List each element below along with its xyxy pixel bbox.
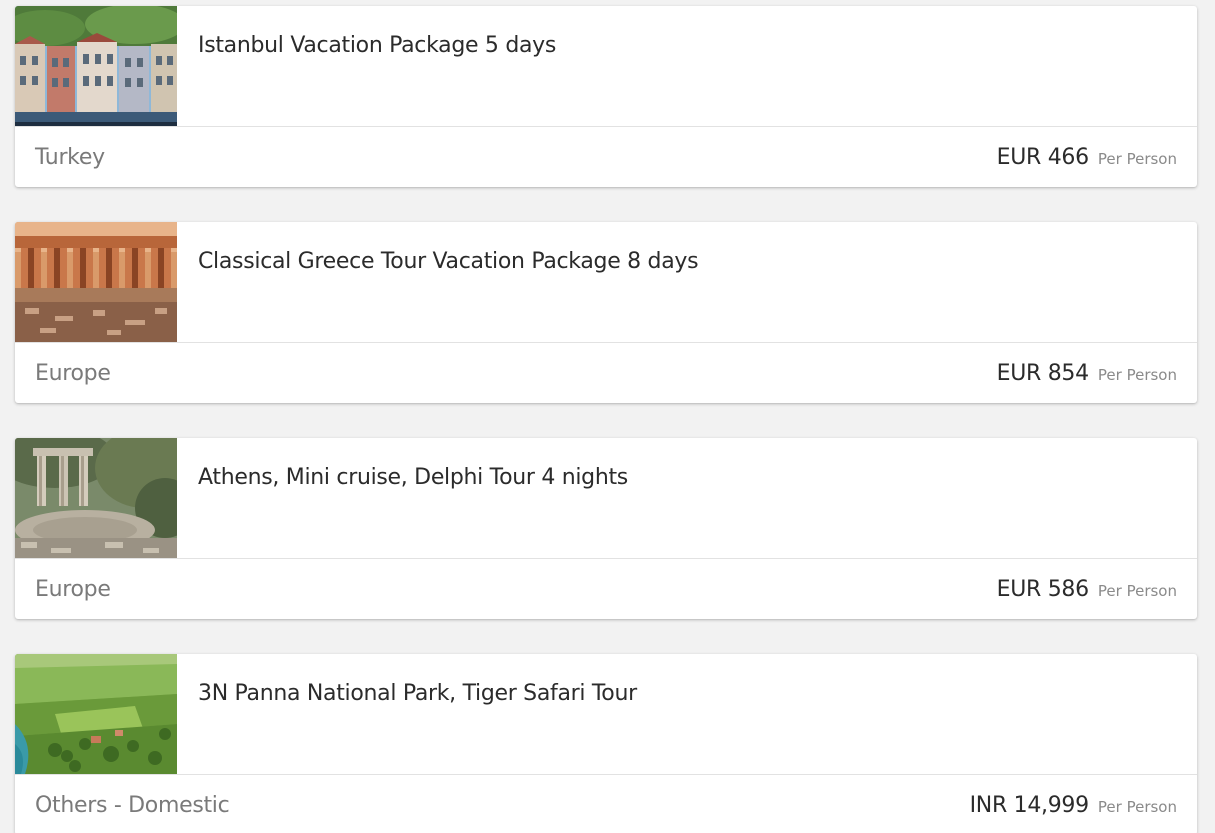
package-region: Europe xyxy=(35,361,111,386)
package-thumbnail[interactable] xyxy=(15,6,177,126)
package-title[interactable]: 3N Panna National Park, Tiger Safari Tou… xyxy=(198,681,637,706)
greek-temple-ruins-image xyxy=(15,222,177,342)
package-price-block: EUR 586 Per Person xyxy=(997,577,1177,602)
package-region: Europe xyxy=(35,577,111,602)
per-person-label: Per Person xyxy=(1097,366,1177,384)
per-person-label: Per Person xyxy=(1097,582,1177,600)
istanbul-houses-image xyxy=(15,6,177,126)
package-thumbnail[interactable] xyxy=(15,654,177,774)
package-price-block: EUR 466 Per Person xyxy=(997,145,1177,170)
package-card[interactable]: Classical Greece Tour Vacation Package 8… xyxy=(15,222,1197,403)
package-thumbnail[interactable] xyxy=(15,438,177,558)
package-price-block: EUR 854 Per Person xyxy=(997,361,1177,386)
national-park-aerial-image xyxy=(15,654,177,774)
package-card-header: Classical Greece Tour Vacation Package 8… xyxy=(15,222,1197,343)
per-person-label: Per Person xyxy=(1097,798,1177,816)
package-list: Istanbul Vacation Package 5 days Turkey … xyxy=(0,0,1215,833)
package-region: Others - Domestic xyxy=(35,793,230,818)
package-price: INR 14,999 xyxy=(969,793,1090,818)
package-card-footer: Europe EUR 586 Per Person xyxy=(15,559,1197,619)
package-region: Turkey xyxy=(35,145,105,170)
package-title[interactable]: Istanbul Vacation Package 5 days xyxy=(198,33,556,58)
package-card[interactable]: 3N Panna National Park, Tiger Safari Tou… xyxy=(15,654,1197,833)
package-price: EUR 854 xyxy=(996,361,1089,386)
package-card-header: 3N Panna National Park, Tiger Safari Tou… xyxy=(15,654,1197,775)
per-person-label: Per Person xyxy=(1097,150,1177,168)
package-card[interactable]: Istanbul Vacation Package 5 days Turkey … xyxy=(15,6,1197,187)
package-card-footer: Europe EUR 854 Per Person xyxy=(15,343,1197,403)
package-price: EUR 586 xyxy=(996,577,1089,602)
package-card-footer: Turkey EUR 466 Per Person xyxy=(15,127,1197,187)
package-card-header: Istanbul Vacation Package 5 days xyxy=(15,6,1197,127)
package-price: EUR 466 xyxy=(996,145,1089,170)
package-price-block: INR 14,999 Per Person xyxy=(970,793,1177,818)
delphi-ruins-image xyxy=(15,438,177,558)
package-card-header: Athens, Mini cruise, Delphi Tour 4 night… xyxy=(15,438,1197,559)
package-card[interactable]: Athens, Mini cruise, Delphi Tour 4 night… xyxy=(15,438,1197,619)
package-title[interactable]: Classical Greece Tour Vacation Package 8… xyxy=(198,249,699,274)
package-title[interactable]: Athens, Mini cruise, Delphi Tour 4 night… xyxy=(198,465,628,490)
package-card-footer: Others - Domestic INR 14,999 Per Person xyxy=(15,775,1197,833)
package-thumbnail[interactable] xyxy=(15,222,177,342)
